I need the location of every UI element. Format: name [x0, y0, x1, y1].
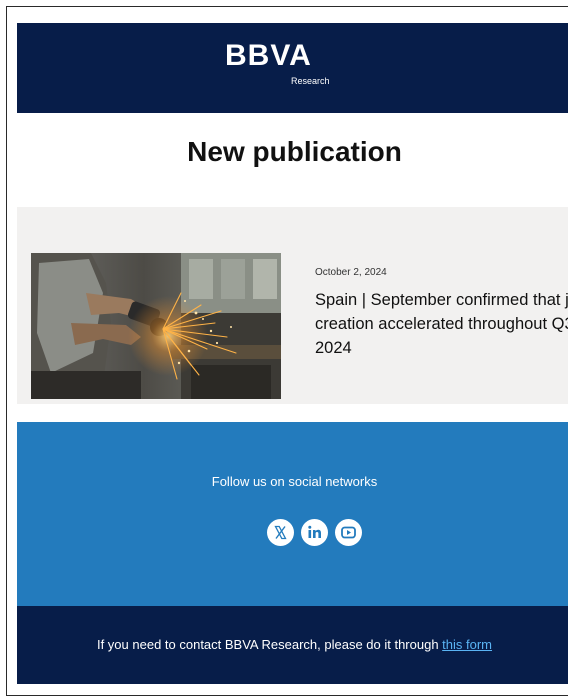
linkedin-icon[interactable] [301, 519, 328, 546]
email-footer: If you need to contact BBVA Research, pl… [17, 606, 568, 684]
footer-text: If you need to contact BBVA Research, pl… [96, 637, 443, 652]
publication-text: October 2, 2024 Spain | September confir… [315, 266, 568, 360]
contact-form-link[interactable]: this form [442, 637, 492, 652]
title-section: New publication [17, 113, 568, 207]
x-twitter-icon[interactable] [267, 519, 294, 546]
publication-section: October 2, 2024 Spain | September confir… [17, 207, 568, 404]
youtube-icon[interactable] [335, 519, 362, 546]
publication-date: October 2, 2024 [315, 267, 387, 278]
social-section: Follow us on social networks [17, 422, 568, 606]
email-body: BBVA Research New publication October 2,… [17, 23, 568, 684]
email-header: BBVA Research [17, 23, 568, 113]
social-label: Follow us on social networks [211, 474, 378, 489]
worker-grinding-sparks-photo [31, 253, 281, 399]
publication-card[interactable]: October 2, 2024 Spain | September confir… [31, 253, 568, 399]
bbva-research-logo[interactable]: BBVA Research [225, 39, 330, 87]
logo-brand: BBVA [225, 39, 312, 72]
logo-subtitle: Research [291, 76, 330, 86]
footer-contact-text: If you need to contact BBVA Research, pl… [17, 637, 568, 653]
page-title: New publication [187, 136, 402, 167]
publication-title-link[interactable]: Spain | September confirmed that job cre… [315, 288, 568, 360]
email-frame: BBVA Research New publication October 2,… [6, 6, 568, 696]
publication-image[interactable] [31, 253, 281, 399]
